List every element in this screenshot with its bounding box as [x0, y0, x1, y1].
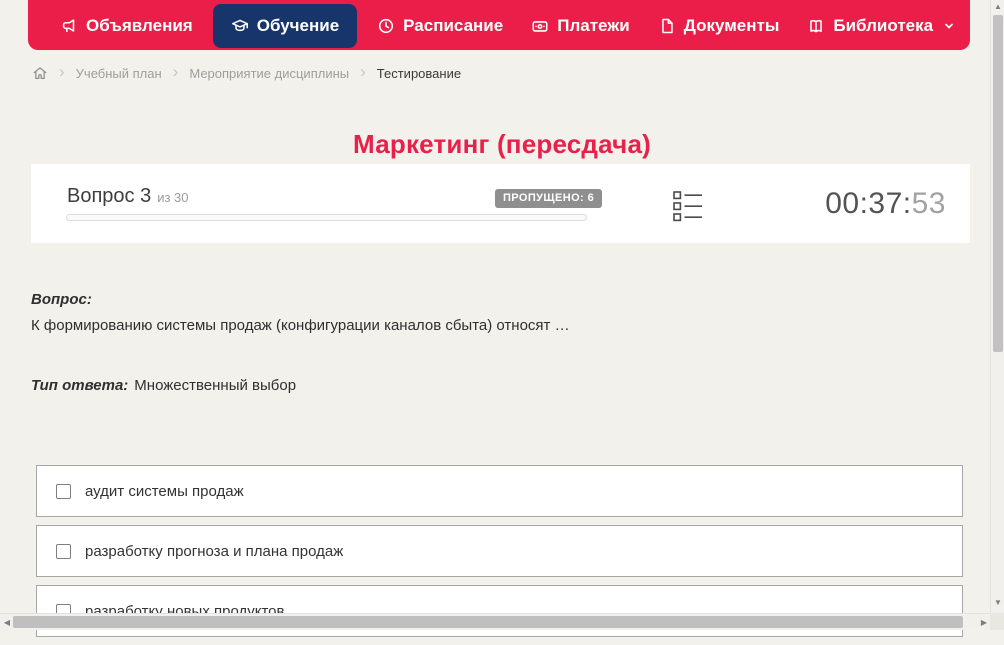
- scroll-left-icon[interactable]: ◀: [0, 615, 14, 630]
- chevron-down-icon: [943, 20, 955, 32]
- nav-item-label: Платежи: [557, 16, 630, 35]
- question-progress-bar: [66, 214, 587, 221]
- breadcrumb-item-curriculum[interactable]: Учебный план: [76, 66, 162, 81]
- question-heading: Вопрос:: [31, 291, 92, 308]
- vertical-scrollbar-thumb[interactable]: [993, 15, 1003, 352]
- main-navbar: Объявления Обучение Расписание Платежи Д…: [28, 0, 970, 50]
- page-title: Маркетинг (пересдача): [353, 129, 651, 160]
- nav-item-announcements[interactable]: Объявления: [52, 6, 201, 46]
- scroll-down-icon[interactable]: ▼: [991, 596, 1004, 610]
- horizontal-scrollbar[interactable]: ◀ ▶: [0, 613, 990, 630]
- megaphone-icon: [60, 17, 78, 35]
- nav-item-payments[interactable]: Платежи: [523, 6, 638, 46]
- breadcrumb-item-testing: Тестирование: [376, 65, 462, 81]
- nav-item-label: Обучение: [256, 16, 340, 35]
- scroll-right-icon[interactable]: ▶: [977, 615, 991, 630]
- cash-icon: [531, 17, 549, 35]
- breadcrumb-separator: ›: [59, 62, 65, 81]
- breadcrumb: › Учебный план › Мероприятие дисциплины …: [32, 62, 461, 84]
- nav-item-schedule[interactable]: Расписание: [369, 6, 511, 46]
- answer-option[interactable]: разработку прогноза и плана продаж: [36, 525, 963, 577]
- answer-type-value: Множественный выбор: [134, 377, 297, 394]
- nav-item-label: Расписание: [403, 16, 504, 35]
- document-icon: [658, 17, 676, 35]
- answer-type-row: Тип ответа: Множественный выбор: [31, 377, 296, 394]
- nav-item-documents[interactable]: Документы: [650, 6, 788, 46]
- checkbox[interactable]: [56, 483, 71, 499]
- checkbox[interactable]: [56, 543, 71, 559]
- clock-icon: [377, 17, 395, 35]
- answer-type-label: Тип ответа:: [31, 377, 129, 394]
- answer-option-label: аудит системы продаж: [85, 482, 244, 500]
- question-total: из 30: [157, 190, 189, 205]
- nav-item-label: Документы: [683, 16, 780, 35]
- nav-item-label: Объявления: [86, 16, 193, 35]
- answer-option[interactable]: аудит системы продаж: [36, 465, 963, 517]
- timer: 00:37:53: [825, 187, 946, 221]
- timer-hours-minutes: 00:37:: [825, 187, 912, 220]
- breadcrumb-separator: ›: [172, 62, 179, 81]
- answer-option-label: разработку прогноза и плана продаж: [85, 542, 344, 560]
- question-number-label: Вопрос 3: [67, 185, 152, 207]
- book-icon: [807, 17, 825, 35]
- scrollbar-corner: [990, 613, 1004, 630]
- vertical-scrollbar[interactable]: ▲ ▼: [990, 0, 1004, 613]
- nav-item-library[interactable]: Библиотека: [799, 6, 963, 46]
- question-number: Вопрос 3 из 30: [67, 185, 189, 208]
- graduation-cap-icon: [231, 17, 249, 35]
- skipped-badge: ПРОПУЩЕНО: 6: [495, 189, 603, 208]
- nav-item-learning[interactable]: Обучение: [212, 4, 358, 48]
- breadcrumb-item-discipline-event[interactable]: Мероприятие дисциплины: [189, 66, 349, 81]
- horizontal-scrollbar-thumb[interactable]: [13, 616, 963, 628]
- breadcrumb-separator: ›: [360, 62, 366, 81]
- question-list-button[interactable]: [673, 191, 703, 222]
- nav-item-label: Библиотека: [833, 16, 934, 35]
- home-icon[interactable]: [32, 65, 48, 81]
- scroll-up-icon[interactable]: ▲: [991, 0, 1004, 14]
- question-text: К формированию системы продаж (конфигура…: [31, 317, 570, 334]
- list-icon: [673, 191, 703, 222]
- question-header-panel: Вопрос 3 из 30 ПРОПУЩЕНО: 6 00:37:53: [31, 164, 970, 243]
- timer-seconds: 53: [911, 187, 946, 220]
